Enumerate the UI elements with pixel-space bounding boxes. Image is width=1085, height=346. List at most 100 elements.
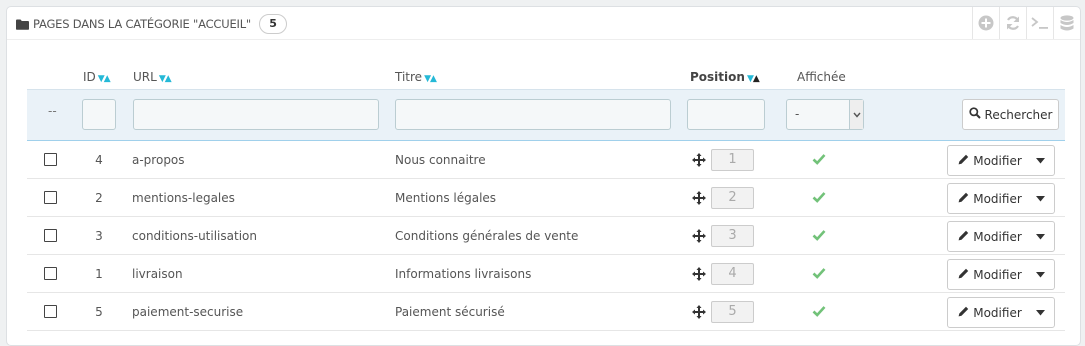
row-url: mentions-legales bbox=[132, 191, 235, 205]
search-button[interactable]: Rechercher bbox=[962, 99, 1059, 130]
sort-arrows-icon[interactable]: ▼▲ bbox=[747, 74, 760, 84]
row-checkbox[interactable] bbox=[44, 153, 57, 166]
row-actions: Modifier bbox=[947, 259, 1055, 290]
edit-button[interactable]: Modifier bbox=[948, 260, 1026, 289]
edit-button-label: Modifier bbox=[973, 229, 1022, 244]
caret-down-icon[interactable] bbox=[1026, 222, 1054, 251]
row-url: livraison bbox=[132, 267, 183, 281]
table-row: 4 a-propos Nous connaitre 1 Modifier bbox=[27, 141, 1065, 179]
pencil-icon bbox=[958, 192, 969, 206]
folder-icon bbox=[16, 19, 29, 30]
drag-handle-icon[interactable] bbox=[691, 304, 707, 320]
column-header-displayed: Affichée bbox=[797, 67, 846, 87]
check-icon[interactable] bbox=[812, 267, 828, 281]
panel-heading: PAGES DANS LA CATÉGORIE "ACCUEIL" 5 bbox=[7, 7, 1080, 40]
filter-empty-marker: -- bbox=[48, 104, 57, 118]
caret-down-icon[interactable] bbox=[1026, 146, 1054, 175]
row-title: Paiement sécurisé bbox=[395, 305, 505, 319]
edit-button-label: Modifier bbox=[973, 267, 1022, 282]
check-icon[interactable] bbox=[812, 305, 828, 319]
check-icon[interactable] bbox=[812, 153, 828, 167]
row-title: Nous connaitre bbox=[395, 153, 486, 167]
sort-arrows-icon[interactable]: ▼▲ bbox=[159, 74, 172, 84]
position-value: 1 bbox=[711, 149, 754, 171]
sort-arrows-icon[interactable]: ▼▲ bbox=[98, 74, 111, 84]
check-icon[interactable] bbox=[812, 191, 828, 205]
row-id: 3 bbox=[95, 229, 103, 243]
edit-button-label: Modifier bbox=[973, 153, 1022, 168]
table-row: 3 conditions-utilisation Conditions géné… bbox=[27, 217, 1065, 255]
row-url: conditions-utilisation bbox=[132, 229, 257, 243]
pencil-icon bbox=[958, 154, 969, 168]
edit-button-label: Modifier bbox=[973, 305, 1022, 320]
chevron-down-icon bbox=[849, 100, 863, 129]
row-url: paiement-securise bbox=[132, 305, 244, 319]
table-row: 2 mentions-legales Mentions légales 2 Mo… bbox=[27, 179, 1065, 217]
column-header-id: ID ▼▲ bbox=[83, 67, 111, 87]
row-checkbox[interactable] bbox=[44, 305, 57, 318]
drag-handle-icon[interactable] bbox=[691, 228, 707, 244]
column-label-position: Position bbox=[690, 70, 745, 84]
filter-id-input[interactable] bbox=[82, 99, 116, 130]
column-header-title: Titre ▼▲ bbox=[395, 67, 437, 87]
column-header-url: URL ▼▲ bbox=[133, 67, 172, 87]
column-label-title: Titre bbox=[395, 70, 423, 84]
filter-row: -- - Rechercher bbox=[27, 89, 1065, 141]
row-id: 4 bbox=[95, 153, 103, 167]
position-value: 2 bbox=[711, 187, 754, 209]
edit-button-label: Modifier bbox=[973, 191, 1022, 206]
pencil-icon bbox=[958, 306, 969, 320]
row-actions: Modifier bbox=[947, 183, 1055, 214]
position-value: 4 bbox=[711, 263, 754, 285]
row-title: Conditions générales de vente bbox=[395, 229, 579, 243]
category-pages-panel: PAGES DANS LA CATÉGORIE "ACCUEIL" 5 ID ▼▲… bbox=[6, 6, 1081, 346]
row-title: Informations livraisons bbox=[395, 267, 532, 281]
edit-button[interactable]: Modifier bbox=[948, 184, 1026, 213]
row-checkbox[interactable] bbox=[44, 267, 57, 280]
sort-arrows-icon[interactable]: ▼▲ bbox=[424, 74, 437, 84]
column-header-position: Position ▼▲ bbox=[690, 67, 760, 87]
caret-down-icon[interactable] bbox=[1026, 260, 1054, 289]
row-id: 1 bbox=[95, 267, 103, 281]
filter-url-input[interactable] bbox=[133, 99, 379, 130]
edit-button[interactable]: Modifier bbox=[948, 146, 1026, 175]
filter-position-input[interactable] bbox=[687, 99, 765, 130]
panel-title: PAGES DANS LA CATÉGORIE "ACCUEIL" 5 bbox=[16, 14, 288, 34]
filter-displayed-value: - bbox=[795, 107, 800, 121]
add-icon[interactable] bbox=[972, 7, 999, 39]
filter-title-input[interactable] bbox=[395, 99, 671, 130]
row-checkbox[interactable] bbox=[44, 191, 57, 204]
row-title: Mentions légales bbox=[395, 191, 497, 205]
edit-button[interactable]: Modifier bbox=[948, 298, 1026, 327]
filter-displayed-select[interactable]: - bbox=[786, 99, 864, 130]
row-id: 5 bbox=[95, 305, 103, 319]
column-label-url: URL bbox=[133, 70, 157, 84]
row-id: 2 bbox=[95, 191, 103, 205]
position-value: 3 bbox=[711, 225, 754, 247]
pencil-icon bbox=[958, 230, 969, 244]
drag-handle-icon[interactable] bbox=[691, 266, 707, 282]
column-label-displayed: Affichée bbox=[797, 70, 846, 84]
panel-title-text: PAGES DANS LA CATÉGORIE "ACCUEIL" bbox=[33, 17, 252, 31]
drag-handle-icon[interactable] bbox=[691, 152, 707, 168]
column-label-id: ID bbox=[83, 70, 96, 84]
count-badge: 5 bbox=[259, 14, 288, 34]
row-checkbox[interactable] bbox=[44, 229, 57, 242]
table-row: 5 paiement-securise Paiement sécurisé 5 … bbox=[27, 293, 1065, 331]
panel-toolbar bbox=[972, 7, 1080, 40]
caret-down-icon[interactable] bbox=[1026, 184, 1054, 213]
database-icon[interactable] bbox=[1053, 7, 1080, 39]
row-actions: Modifier bbox=[947, 145, 1055, 176]
table-row: 1 livraison Informations livraisons 4 Mo… bbox=[27, 255, 1065, 293]
search-button-label: Rechercher bbox=[984, 107, 1053, 122]
search-icon bbox=[968, 107, 981, 122]
position-value: 5 bbox=[711, 301, 754, 323]
drag-handle-icon[interactable] bbox=[691, 190, 707, 206]
check-icon[interactable] bbox=[812, 229, 828, 243]
refresh-icon[interactable] bbox=[999, 7, 1026, 39]
sql-terminal-icon[interactable] bbox=[1026, 7, 1053, 39]
row-actions: Modifier bbox=[947, 297, 1055, 328]
caret-down-icon[interactable] bbox=[1026, 298, 1054, 327]
edit-button[interactable]: Modifier bbox=[948, 222, 1026, 251]
row-url: a-propos bbox=[132, 153, 185, 167]
